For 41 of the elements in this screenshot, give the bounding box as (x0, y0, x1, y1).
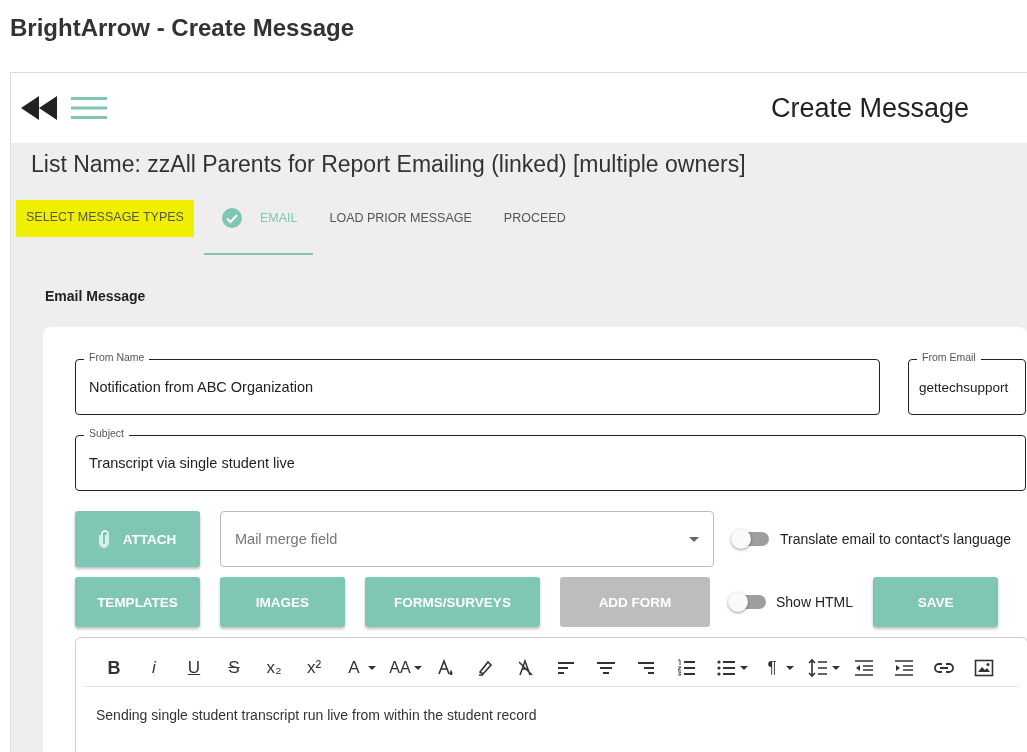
toggle-switch[interactable] (728, 592, 766, 612)
check-circle-icon (221, 208, 242, 228)
toggle-label: Translate email to contact's language (780, 531, 1011, 547)
step-tab[interactable]: LOAD PRIOR MESSAGE (313, 183, 488, 255)
toolbar-button[interactable]: S (223, 658, 245, 678)
field-label: Subject (84, 427, 130, 439)
toolbar-button[interactable]: A (343, 658, 365, 678)
indent-icon[interactable] (894, 658, 914, 678)
action-button: ADD FORM (560, 577, 710, 627)
toolbar-button[interactable]: ¶ (761, 658, 783, 678)
caret-icon[interactable] (832, 666, 840, 670)
outdent-icon[interactable] (854, 658, 874, 678)
toolbar-button[interactable]: U (183, 658, 205, 678)
line-height-icon[interactable] (808, 658, 828, 678)
toolbar-button[interactable]: x₂ (263, 658, 285, 678)
caret-icon[interactable] (414, 666, 422, 670)
toolbar-button[interactable]: B (103, 657, 125, 679)
step-tab[interactable]: SELECT MESSAGE TYPES (16, 199, 194, 237)
list-name: List Name: zzAll Parents for Report Emailing (linked) [multiple owners] (31, 150, 746, 179)
toolbar-button[interactable]: AA (389, 659, 411, 677)
editor-text[interactable]: Sending single student transcript run live from within the student record (76, 687, 537, 723)
image-icon[interactable] (974, 658, 994, 678)
field-label: From Email (917, 351, 981, 363)
paperclip-icon (98, 530, 109, 548)
toolbar-button[interactable]: i (143, 658, 165, 678)
numbered-list-icon[interactable] (676, 658, 696, 678)
page-title: BrightArrow - Create Message (10, 14, 355, 42)
field-label: From Name (84, 351, 150, 363)
step-tab[interactable]: PROCEED (487, 183, 582, 255)
mail-merge-select[interactable]: Mail merge field (220, 511, 714, 567)
header-title: Create Message (770, 92, 969, 124)
section-title: Email Message (45, 288, 146, 304)
caret-icon[interactable] (786, 666, 794, 670)
caret-icon[interactable] (368, 666, 376, 670)
caret-icon (689, 536, 699, 542)
toggle-label: Show HTML (776, 594, 854, 610)
toggle-switch[interactable] (731, 529, 769, 549)
toolbar-button[interactable]: x² (303, 658, 325, 678)
rewind-icon[interactable] (21, 96, 57, 120)
bullet-list-icon[interactable] (716, 658, 736, 678)
caret-icon[interactable] (740, 666, 748, 670)
